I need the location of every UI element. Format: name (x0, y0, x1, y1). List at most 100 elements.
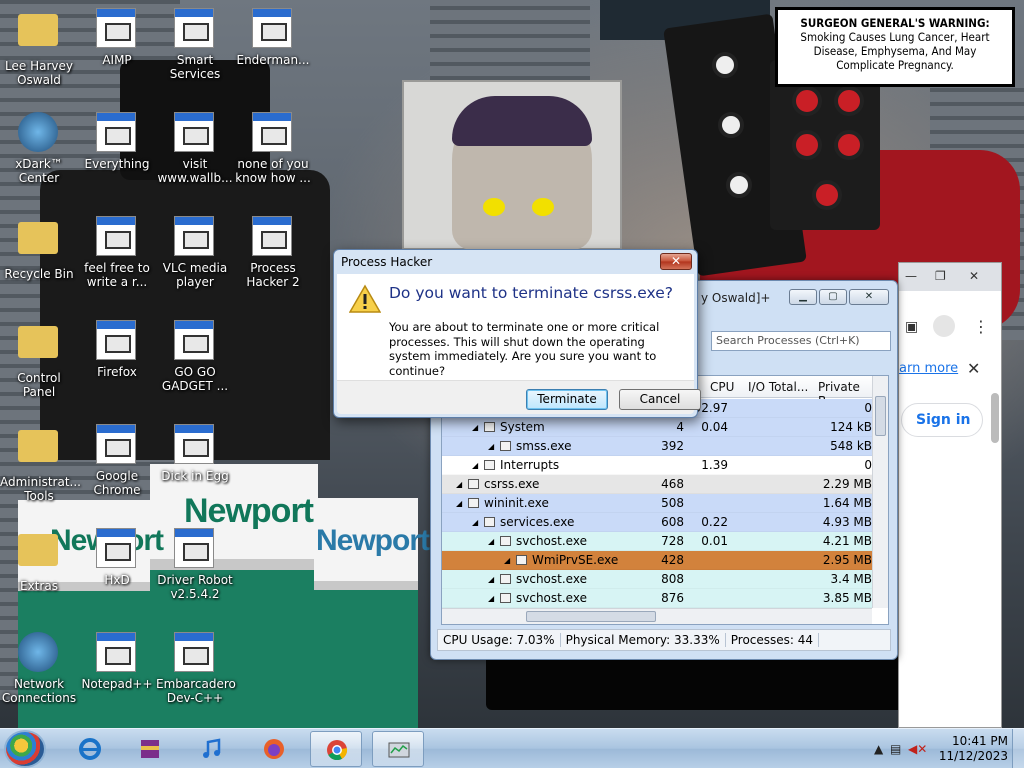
desktop-icon[interactable]: Smart Services (156, 8, 234, 81)
terminate-button[interactable]: Terminate (526, 389, 608, 410)
maximize-button[interactable]: ▢ (819, 289, 847, 305)
desktop-icon[interactable]: visit www.wallb... (156, 112, 234, 185)
profile-avatar-icon[interactable] (933, 315, 955, 337)
dialog-body: Do you want to terminate csrss.exe? You … (337, 274, 694, 380)
internet-explorer-icon (79, 738, 101, 760)
expand-toggle-icon[interactable]: ◢ (488, 575, 494, 584)
desktop-icon-label: VLC media player (162, 261, 228, 289)
desktop-icon[interactable]: Driver Robot v2.5.4.2 (156, 528, 234, 601)
desktop-icon[interactable]: Lee Harvey Oswald (0, 8, 78, 87)
chrome-titlebar: — ❐ ✕ (899, 263, 1001, 291)
expand-toggle-icon[interactable]: ◢ (472, 518, 478, 527)
vertical-scrollbar[interactable] (872, 376, 888, 608)
warning-lead: SURGEON GENERAL'S WARNING: (800, 16, 990, 30)
desktop-icon[interactable]: AIMP (78, 8, 156, 67)
desktop-icon-label: Recycle Bin (4, 267, 74, 281)
table-row[interactable]: ◢ svchost.exe 876 3.85 MB (442, 589, 872, 608)
desktop-icon[interactable]: Google Chrome (78, 424, 156, 497)
sidepanel-icon[interactable]: ▣ (905, 319, 918, 335)
cancel-button[interactable]: Cancel (619, 389, 701, 410)
close-icon[interactable]: ✕ (969, 269, 979, 283)
table-row[interactable]: ◢ svchost.exe 728 0.01 4.21 MB (442, 532, 872, 551)
sign-in-button[interactable]: Sign in (901, 403, 983, 437)
desktop-icon[interactable]: none of you know how ... (234, 112, 312, 185)
expand-toggle-icon[interactable]: ◢ (472, 461, 478, 470)
desktop-icon[interactable]: Network Connections (0, 632, 78, 705)
expand-toggle-icon[interactable]: ◢ (456, 499, 462, 508)
taskbar-winrar[interactable] (124, 731, 176, 767)
minimize-icon[interactable]: — (905, 269, 917, 283)
taskbar-music-player[interactable] (186, 731, 238, 767)
column-io-total[interactable]: I/O Total... (748, 380, 808, 394)
surgeon-general-warning: SURGEON GENERAL'S WARNING: Smoking Cause… (775, 7, 1015, 87)
horizontal-scrollbar[interactable] (442, 608, 872, 624)
close-button[interactable]: ✕ (849, 289, 889, 305)
desktop-icon[interactable]: Recycle Bin (0, 216, 78, 281)
desktop-icon[interactable]: Notepad++ (78, 632, 156, 691)
desktop-icon-label: GO GO GADGET ... (161, 365, 229, 393)
shortcut-icon (18, 14, 60, 56)
desktop-icon[interactable]: Everything (78, 112, 156, 171)
desktop-icon[interactable]: Control Panel (0, 320, 78, 399)
table-row[interactable]: ◢ Interrupts 1.39 0 (442, 456, 872, 475)
network-icon[interactable]: ▤ (890, 742, 901, 756)
dialog-button-bar: Terminate Cancel (337, 380, 701, 414)
volume-muted-icon[interactable]: ◀✕ (908, 742, 927, 756)
desktop-icon[interactable]: GO GO GADGET ... (156, 320, 234, 393)
clock[interactable]: 10:41 PM 11/12/2023 (939, 734, 1008, 764)
table-row[interactable]: ◢ System 4 0.04 124 kB (442, 418, 872, 437)
desktop-icon[interactable]: Extras (0, 528, 78, 593)
desktop-icon[interactable]: Firefox (78, 320, 156, 379)
scrollbar[interactable] (991, 393, 999, 443)
desktop-icon[interactable]: Administrat... Tools (0, 424, 81, 503)
expand-toggle-icon[interactable]: ◢ (504, 556, 510, 565)
shortcut-icon (174, 320, 216, 362)
system-tray: ▲ ▤ ◀✕ 10:41 PM 11/12/2023 (864, 729, 1024, 768)
expand-toggle-icon[interactable]: ◢ (488, 442, 494, 451)
start-button[interactable] (4, 730, 46, 768)
show-desktop-button[interactable] (1012, 729, 1024, 768)
show-hidden-icons-icon[interactable]: ▲ (874, 742, 883, 756)
process-private-bytes: 4.93 MB (822, 515, 872, 529)
taskbar-chrome[interactable] (310, 731, 362, 767)
dismiss-icon[interactable]: ✕ (967, 359, 980, 378)
status-memory: Physical Memory: 33.33% (561, 633, 726, 647)
wallpaper-hair (452, 96, 592, 146)
desktop-icon[interactable]: Dick in Egg (156, 424, 234, 483)
process-name: services.exe (500, 515, 575, 529)
table-row[interactable]: ◢ wininit.exe 508 1.64 MB (442, 494, 872, 513)
desktop-icon[interactable]: Process Hacker 2 (234, 216, 312, 289)
process-name: svchost.exe (516, 534, 587, 548)
taskbar-internet-explorer[interactable] (64, 731, 116, 767)
wallpaper-speaker-cone (834, 130, 864, 160)
learn-more-link[interactable]: arn more (899, 361, 958, 376)
expand-toggle-icon[interactable]: ◢ (472, 423, 478, 432)
taskbar-process-hacker[interactable] (372, 731, 424, 767)
table-row[interactable]: ◢ services.exe 608 0.22 4.93 MB (442, 513, 872, 532)
desktop-icon[interactable]: HxD (78, 528, 156, 587)
desktop-icon[interactable]: xDark™ Center (0, 112, 78, 185)
taskbar-firefox[interactable] (248, 731, 300, 767)
process-private-bytes: 3.4 MB (830, 572, 872, 586)
more-menu-icon[interactable]: ⋮ (973, 317, 989, 336)
desktop-icon[interactable]: Embarcadero Dev-C++ (156, 632, 236, 705)
expand-toggle-icon[interactable]: ◢ (488, 537, 494, 546)
maximize-icon[interactable]: ❐ (935, 269, 946, 283)
search-processes-input[interactable]: Search Processes (Ctrl+K) (711, 331, 891, 351)
dialog-close-button[interactable]: ✕ (660, 253, 692, 270)
process-icon (468, 479, 479, 489)
expand-toggle-icon[interactable]: ◢ (456, 480, 462, 489)
terminate-confirm-dialog[interactable]: Process Hacker ✕ Do you want to terminat… (333, 249, 701, 418)
desktop-icon[interactable]: VLC media player (156, 216, 234, 289)
expand-toggle-icon[interactable]: ◢ (488, 594, 494, 603)
table-row[interactable]: ◢ smss.exe 392 548 kB (442, 437, 872, 456)
table-row[interactable]: ◢ csrss.exe 468 2.29 MB (442, 475, 872, 494)
table-row[interactable]: ◢ WmiPrvSE.exe 428 2.95 MB (442, 551, 872, 570)
minimize-button[interactable]: ▁ (789, 289, 817, 305)
desktop-icon[interactable]: Enderman... (234, 8, 312, 67)
column-cpu[interactable]: CPU (710, 380, 734, 394)
desktop-icon[interactable]: feel free to write a r... (78, 216, 156, 289)
shortcut-icon (252, 8, 294, 50)
table-row[interactable]: ◢ svchost.exe 808 3.4 MB (442, 570, 872, 589)
chrome-window[interactable]: — ❐ ✕ ▣ ⋮ arn more ✕ Sign in (898, 262, 1002, 728)
